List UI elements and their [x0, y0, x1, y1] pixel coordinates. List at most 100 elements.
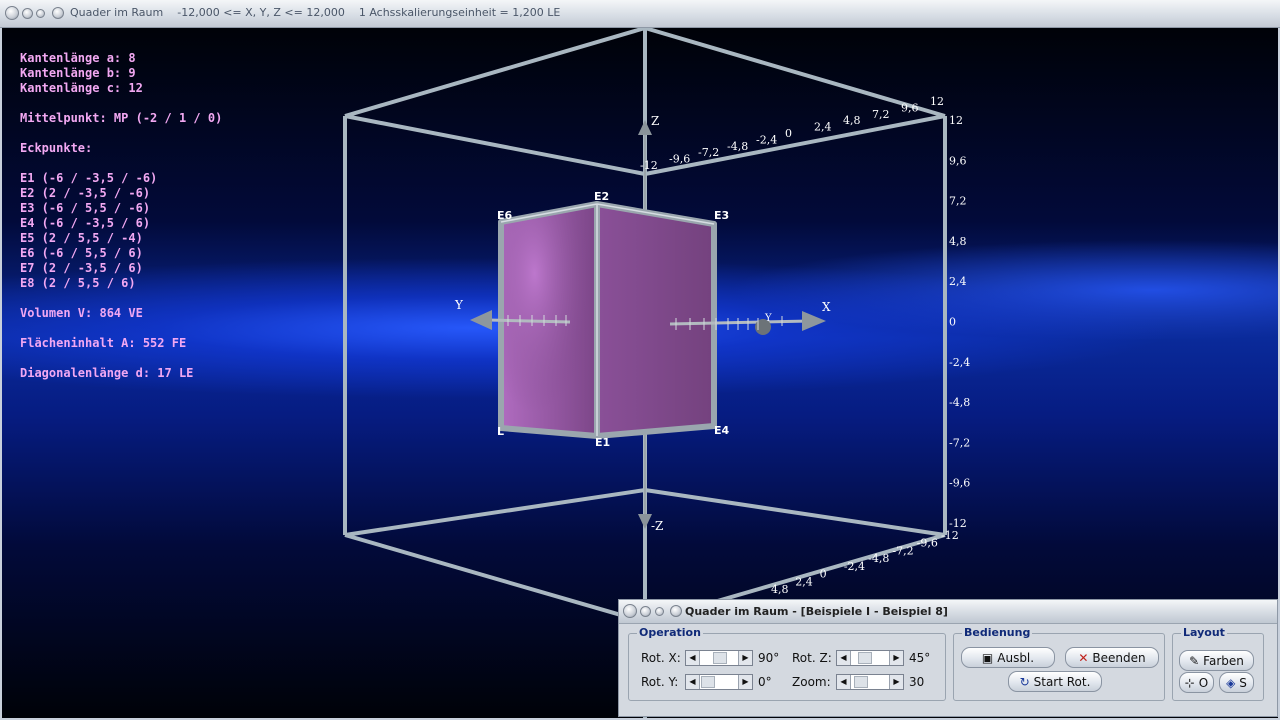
tick-label-bottom: -7,2	[892, 544, 913, 557]
rot-y-slider[interactable]: ◀ ▶	[685, 674, 753, 690]
tick-labels-right: 129,67,24,82,40-2,4-4,8-7,2-9,6-12	[949, 114, 970, 530]
midpoint-text: Mittelpunkt: MP (-2 / 1 / 0)	[20, 111, 223, 125]
tick-label-top: -2,4	[756, 133, 777, 146]
title-text: Quader im Raum -12,000 <= X, Y, Z <= 12,…	[70, 6, 560, 19]
rot-y-thumb[interactable]	[701, 676, 715, 688]
zoom-left-arrow[interactable]: ◀	[837, 675, 851, 689]
o-button[interactable]: ⊹ O	[1179, 672, 1214, 693]
rot-z-right-arrow[interactable]: ▶	[889, 651, 903, 665]
vertex-e1: E1 (-6 / -3,5 / -6)	[20, 171, 158, 185]
rot-z-slider[interactable]: ◀ ▶	[836, 650, 904, 666]
rot-x-right-arrow[interactable]: ▶	[738, 651, 752, 665]
farben-label: Farben	[1203, 653, 1244, 668]
rot-y-label: Rot. Y:	[641, 675, 679, 689]
tick-labels-bottom: 4,8 2,4 0 -2,4-4,8-7,2 -9,6-12	[771, 529, 959, 596]
beenden-label: Beenden	[1092, 650, 1146, 665]
tick-label-right: -2,4	[949, 356, 970, 369]
tick-label-right: -7,2	[949, 436, 970, 449]
rot-y-right-arrow[interactable]: ▶	[738, 675, 752, 689]
rot-z-label: Rot. Z:	[792, 651, 832, 665]
panel-roll-up-icon[interactable]	[655, 607, 664, 616]
panel-app-icon	[670, 605, 682, 617]
rot-x-slider[interactable]: ◀ ▶	[685, 650, 753, 666]
tick-label-right: 0	[949, 316, 956, 329]
rot-y-value: 0°	[758, 675, 772, 689]
zoom-right-arrow[interactable]: ▶	[889, 675, 903, 689]
zoom-label: Zoom:	[792, 675, 831, 689]
tick-label-bottom: -4,8	[868, 552, 889, 565]
info-panel: Kantenlänge a: 8 Kantenlänge b: 9 Kanten…	[20, 51, 222, 381]
window-scale: 1 Achsskalierungseinheit = 1,200 LE	[358, 6, 561, 19]
axis-neg-z-label: -Z	[651, 519, 663, 533]
axis-z-label: Z	[651, 114, 659, 128]
tick-label-top: 4,8	[843, 114, 861, 127]
tick-label-right: 4,8	[949, 235, 967, 248]
crosshair-icon: ⊹	[1184, 675, 1195, 690]
app-icon	[52, 7, 64, 19]
tick-label-top: 7,2	[872, 108, 890, 121]
tick-label-top: 12	[930, 95, 944, 108]
tick-label-top: 9,6	[901, 101, 919, 114]
tick-label-right: 12	[949, 114, 963, 127]
tick-label-right: 2,4	[949, 275, 967, 288]
window-menu-icon[interactable]	[5, 6, 19, 20]
tick-label-top: 0	[785, 127, 792, 140]
rot-x-label: Rot. X:	[641, 651, 681, 665]
eraser-icon: ◈	[1226, 675, 1236, 690]
vertex-label-e6: E6	[497, 209, 513, 222]
vertex-e8: E8 (2 / 5,5 / 6)	[20, 276, 136, 290]
panel-title-bar: Quader im Raum - [Beispiele I - Beispiel…	[619, 600, 1277, 624]
panel-menu-icon[interactable]	[623, 604, 637, 618]
rot-y-left-arrow[interactable]: ◀	[686, 675, 700, 689]
panel-minimize-icon[interactable]	[640, 606, 651, 617]
tick-label-right: 7,2	[949, 195, 967, 208]
rot-z-thumb[interactable]	[858, 652, 872, 664]
vertex-label-e3: E3	[714, 209, 729, 222]
farben-button[interactable]: ✎ Farben	[1179, 650, 1254, 671]
rot-z-left-arrow[interactable]: ◀	[837, 651, 851, 665]
tick-label-right: 9,6	[949, 154, 967, 167]
s-button[interactable]: ◈ S	[1219, 672, 1254, 693]
axis-y-label: Y	[454, 298, 464, 312]
tick-label-top: -4,8	[727, 140, 748, 153]
rot-x-thumb[interactable]	[713, 652, 727, 664]
axis-y-far-label: Y	[764, 313, 772, 324]
rot-x-left-arrow[interactable]: ◀	[686, 651, 700, 665]
axis-x-label: X	[822, 300, 831, 314]
start-rot-button[interactable]: ↻ Start Rot.	[1008, 671, 1102, 692]
bedienung-group: Bedienung ▣ Ausbl. ✕ Beenden ↻ Start Rot…	[953, 626, 1165, 701]
minimize-icon[interactable]	[22, 8, 33, 19]
edge-b-text: Kantenlänge b: 9	[20, 66, 136, 80]
vertex-e6: E6 (-6 / 5,5 / 6)	[20, 246, 143, 260]
rot-z-value: 45°	[909, 651, 931, 665]
window-title: Quader im Raum	[70, 6, 164, 19]
operation-group: Operation Rot. X: ◀ ▶ 90° Rot. Z: ◀ ▶ 45…	[628, 626, 946, 701]
ausbl-button[interactable]: ▣ Ausbl.	[961, 647, 1055, 668]
tick-label-top: -9,6	[669, 153, 690, 166]
vertices-heading: Eckpunkte:	[20, 141, 93, 155]
beenden-button[interactable]: ✕ Beenden	[1065, 647, 1159, 668]
tick-labels-top: -12 -9,6 -7,2 -4,8 -2,4 0 2,4 4,8 7,2 9,6 12	[640, 95, 944, 172]
zoom-thumb[interactable]	[854, 676, 868, 688]
close-icon: ✕	[1078, 650, 1089, 665]
ausbl-label: Ausbl.	[997, 650, 1035, 665]
tick-label-bottom: 2,4	[795, 575, 813, 588]
tick-label-bottom: 0	[820, 568, 827, 581]
tick-label-right: -9,6	[949, 477, 970, 490]
edge-c-text: Kantenlänge c: 12	[20, 81, 143, 95]
zoom-value: 30	[909, 675, 925, 689]
roll-up-icon[interactable]	[36, 9, 45, 18]
tick-label-top: -12	[640, 159, 658, 172]
title-bar: Quader im Raum -12,000 <= X, Y, Z <= 12,…	[0, 0, 1280, 28]
rot-x-value: 90°	[758, 651, 780, 665]
tick-label-bottom: 4,8	[771, 583, 789, 596]
vertex-label-e4: E4	[714, 424, 730, 437]
start-rot-label: Start Rot.	[1033, 674, 1091, 689]
area-text: Flächeninhalt A: 552 FE	[20, 336, 187, 350]
tick-label-bottom: -9,6	[917, 537, 938, 550]
zoom-slider[interactable]: ◀ ▶	[836, 674, 904, 690]
main-window: Quader im Raum -12,000 <= X, Y, Z <= 12,…	[0, 0, 1280, 720]
tick-label-right: -4,8	[949, 396, 970, 409]
bedienung-label: Bedienung	[962, 626, 1033, 639]
tick-label-top: 2,4	[814, 121, 832, 134]
